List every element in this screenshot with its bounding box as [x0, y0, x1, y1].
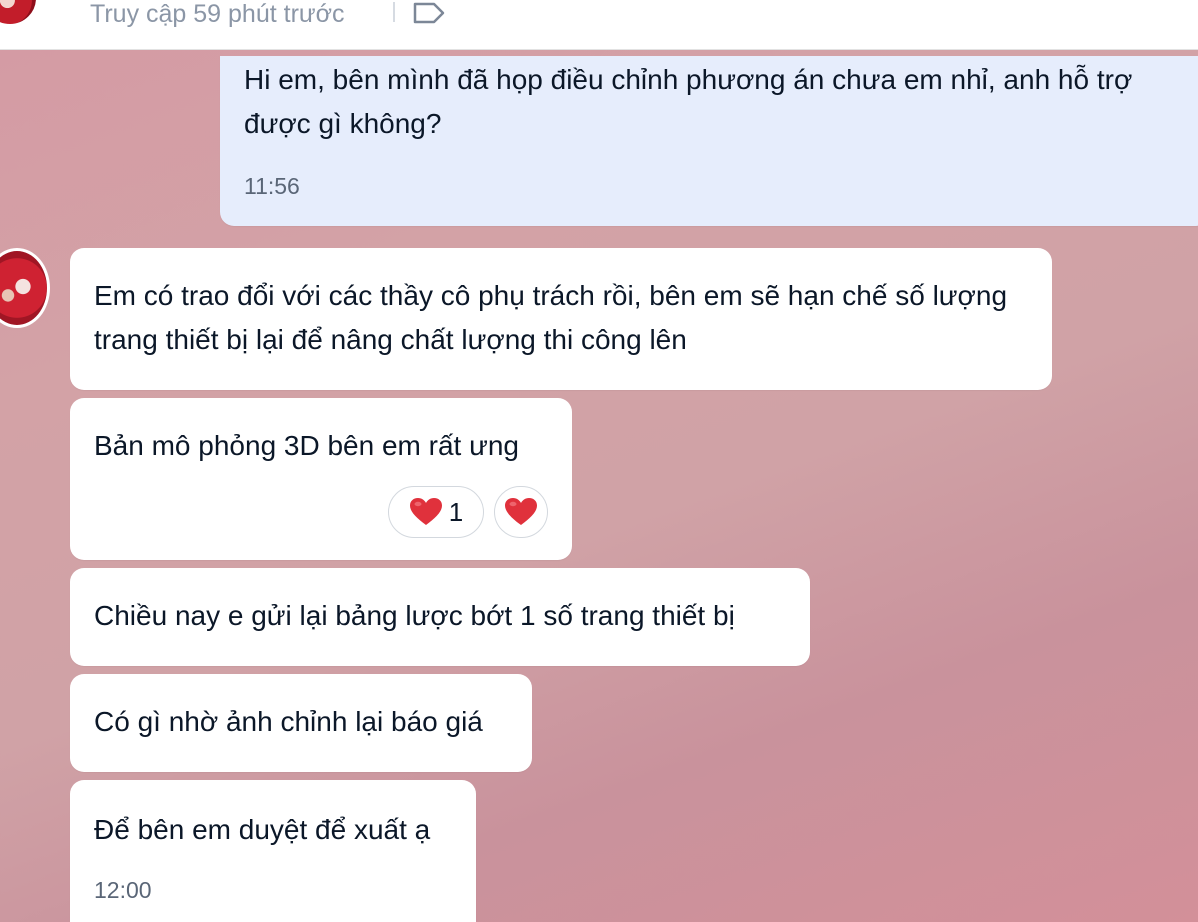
- message-text: Để bên em duyệt để xuất ạ: [94, 814, 431, 845]
- last-seen-status: Truy cập 59 phút trước: [90, 0, 345, 28]
- label-tag-icon[interactable]: [412, 2, 446, 24]
- message-time: 11:56: [244, 173, 300, 199]
- reaction-heart-count[interactable]: 1: [388, 486, 484, 538]
- message-text: Có gì nhờ ảnh chỉnh lại báo giá: [94, 706, 483, 737]
- message-text: Em có trao đổi với các thầy cô phụ trách…: [94, 280, 1008, 355]
- sender-avatar[interactable]: [0, 248, 50, 328]
- message-text: Hi em, bên mình đã họp điều chỉnh phương…: [244, 64, 1133, 139]
- reaction-count: 1: [448, 497, 464, 527]
- message-text: Chiều nay e gửi lại bảng lược bớt 1 số t…: [94, 600, 735, 631]
- message-bubble-incoming[interactable]: Em có trao đổi với các thầy cô phụ trách…: [70, 248, 1052, 390]
- heart-icon: [409, 497, 443, 527]
- heart-icon: [504, 497, 538, 527]
- message-time: 12:00: [94, 877, 152, 903]
- message-text: Bản mô phỏng 3D bên em rất ưng: [94, 430, 520, 461]
- contact-avatar[interactable]: [0, 0, 38, 26]
- message-bubble-outgoing[interactable]: Hi em, bên mình đã họp điều chỉnh phương…: [220, 56, 1198, 226]
- message-bubble-incoming[interactable]: Có gì nhờ ảnh chỉnh lại báo giá: [70, 674, 532, 772]
- header-divider: [393, 2, 395, 22]
- message-bubble-incoming[interactable]: Chiều nay e gửi lại bảng lược bớt 1 số t…: [70, 568, 810, 666]
- message-bubble-incoming[interactable]: Bản mô phỏng 3D bên em rất ưng 1: [70, 398, 572, 560]
- message-bubble-incoming[interactable]: Để bên em duyệt để xuất ạ 12:00: [70, 780, 476, 922]
- chat-header: Truy cập 59 phút trước: [0, 0, 1198, 50]
- add-reaction-heart-button[interactable]: [494, 486, 548, 538]
